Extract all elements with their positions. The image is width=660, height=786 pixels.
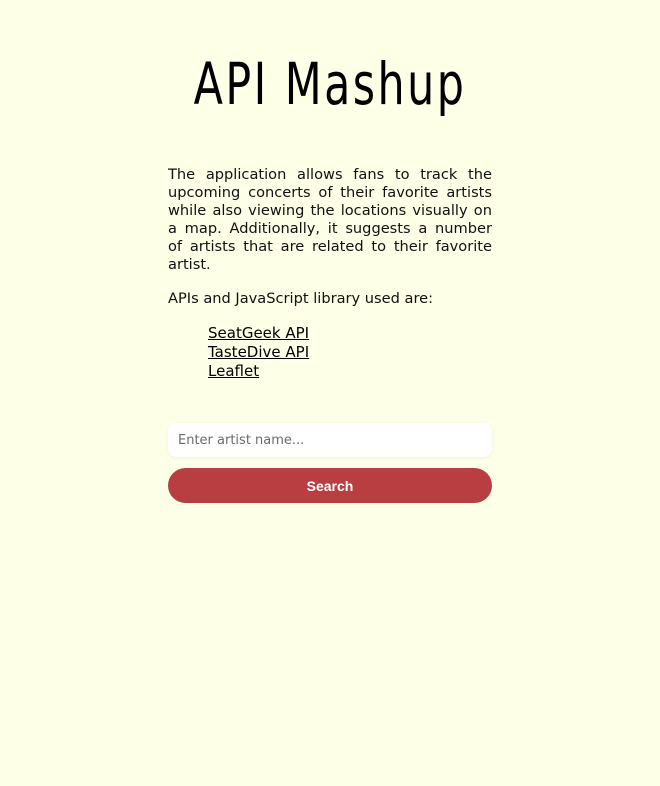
api-list-item: TasteDive API	[208, 343, 492, 362]
seatgeek-api-link[interactable]: SeatGeek API	[208, 324, 309, 342]
apis-intro-text: APIs and JavaScript library used are:	[168, 290, 434, 307]
artist-search-input[interactable]	[168, 423, 492, 457]
intro-section: The application allows fans to track the…	[168, 166, 492, 381]
api-list-item: Leaflet	[208, 362, 492, 381]
tastedive-api-link[interactable]: TasteDive API	[208, 343, 309, 361]
app-description: The application allows fans to track the…	[168, 166, 492, 273]
leaflet-link[interactable]: Leaflet	[208, 362, 259, 380]
search-button[interactable]: Search	[168, 468, 492, 503]
api-list: SeatGeek API TasteDive API Leaflet	[168, 324, 492, 381]
api-list-item: SeatGeek API	[208, 324, 492, 343]
page: API Mashup The application allows fans t…	[0, 0, 660, 786]
page-title: API Mashup	[193, 50, 467, 118]
